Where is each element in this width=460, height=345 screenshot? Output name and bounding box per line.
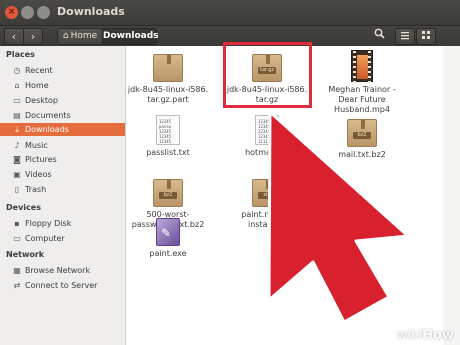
wikihow-watermark: wikiHow [397, 328, 454, 343]
pointer-arrow [267, 110, 410, 324]
watermark-prefix: wiki [396, 328, 423, 343]
watermark-suffix: How [422, 328, 454, 343]
